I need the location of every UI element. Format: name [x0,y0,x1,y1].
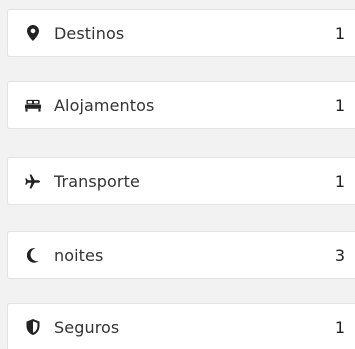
summary-item-noites[interactable]: noites 3 [7,231,355,279]
summary-item-count: 1 [334,95,345,115]
summary-item-transporte[interactable]: Transporte 1 [7,157,355,205]
moon-icon [25,247,41,263]
trip-summary-list: Destinos 1 Alojamentos 1 Transporte 1 no… [0,0,355,349]
summary-item-count: 1 [334,23,345,43]
summary-item-label: Transporte [54,171,140,191]
airplane-icon [25,173,41,189]
summary-item-label: Alojamentos [54,95,155,115]
summary-item-label: Destinos [54,23,125,43]
summary-item-alojamentos[interactable]: Alojamentos 1 [7,81,355,129]
summary-item-count: 1 [334,171,345,191]
shield-icon [25,319,41,335]
summary-item-seguros[interactable]: Seguros 1 [7,303,355,349]
summary-item-destinos[interactable]: Destinos 1 [7,9,355,57]
summary-item-count: 1 [334,317,345,337]
bed-icon [25,97,41,113]
summary-item-count: 3 [334,245,345,265]
summary-item-label: Seguros [54,317,120,337]
summary-item-label: noites [54,245,104,265]
map-marker-icon [25,25,41,41]
